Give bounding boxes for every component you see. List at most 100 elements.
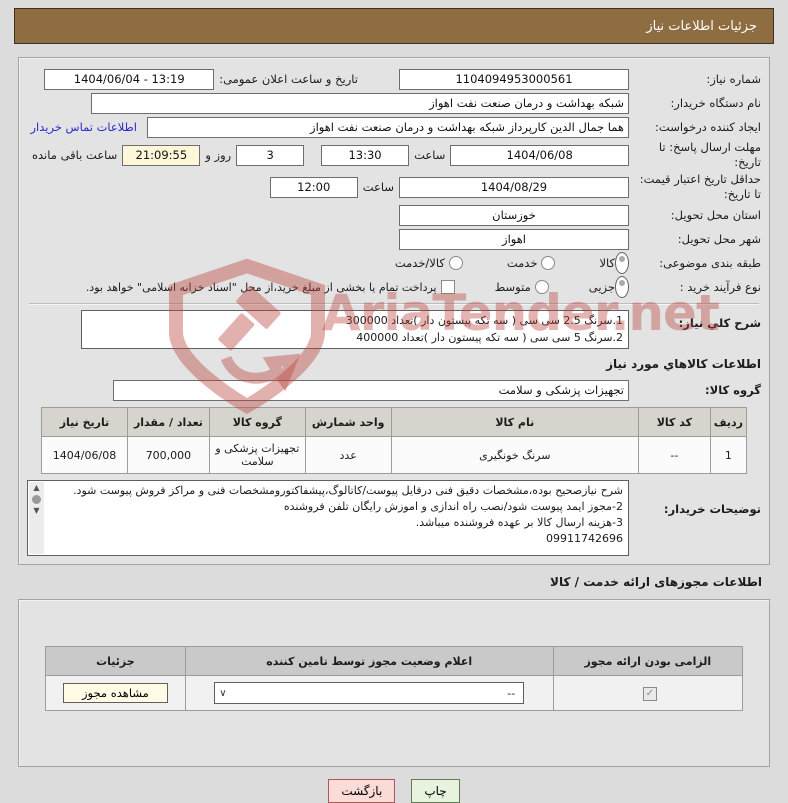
remaining-time-field[interactable] xyxy=(122,144,201,166)
announce-datetime-field[interactable] xyxy=(44,68,215,90)
buyer-contact-link[interactable]: اطلاعات تماس خریدار xyxy=(30,120,137,134)
buyer-notes-line: 2-مجوز ایمد پیوست شود/نصب راه اندازی و ا… xyxy=(283,499,623,513)
request-creator-field[interactable] xyxy=(147,116,629,138)
goods-col-date: تاریخ نیاز xyxy=(41,407,128,437)
row-purchase-type: نوع فرآیند خرید : جزیی متوسط پرداخت تمام… xyxy=(27,276,761,298)
goods-col-qty: تعداد / مقدار xyxy=(127,407,210,437)
row-buyer-notes: توضیحات خریدار: شرح نیازصحیح بوده،مشخصات… xyxy=(27,480,761,556)
row-delivery-province: استان محل تحویل: xyxy=(27,204,761,226)
print-button[interactable]: چاپ xyxy=(411,779,460,803)
subject-class-option-both: کالا/خدمت xyxy=(395,256,463,270)
need-desc-line: 1.سرنگ 2.5 سی سی ( سه تکه پیستون دار )تع… xyxy=(345,314,623,327)
remaining-days-label: روز و xyxy=(205,148,232,162)
need-number-field[interactable] xyxy=(399,68,629,90)
radio-service[interactable] xyxy=(541,256,556,270)
page-title-text: جزئیات اطلاعات نیاز xyxy=(646,18,757,34)
goods-cell-group: تجهیزات پزشکی و سلامت xyxy=(208,436,306,474)
price-validity-label: حداقل تاریخ اعتبار قیمت: تا تاریخ: xyxy=(639,172,761,201)
treasury-checkbox[interactable] xyxy=(440,280,455,294)
goods-table: ردیف کد کالا نام کالا واحد شمارش گروه کا… xyxy=(41,407,748,474)
buyer-org-label: نام دستگاه خریدار: xyxy=(670,95,761,110)
license-status-value: -- xyxy=(507,686,516,700)
delivery-province-label: استان محل تحویل: xyxy=(670,207,761,222)
need-desc-line: 2.سرنگ 5 سی سی ( سه تکه پیستون دار )تعدا… xyxy=(356,330,623,344)
goods-cell-code: -- xyxy=(637,436,711,474)
radio-minor-label: جزیی xyxy=(588,280,615,294)
need-desc-textarea[interactable]: 1.سرنگ 2.5 سی سی ( سه تکه پیستون دار )تع… xyxy=(81,310,629,349)
goods-cell-name: سرنگ خونگیری xyxy=(390,436,639,474)
goods-table-header-row: ردیف کد کالا نام کالا واحد شمارش گروه کا… xyxy=(41,407,748,437)
licenses-header-row: الزامی بودن ارائه مجوز اعلام وضعیت مجوز … xyxy=(45,646,744,676)
buyer-org-field[interactable] xyxy=(91,92,629,114)
scrollbar-thumb[interactable] xyxy=(32,495,41,504)
goods-col-name: نام کالا xyxy=(390,407,639,437)
need-details-panel: شماره نیاز: تاریخ و ساعت اعلان عمومی: نا… xyxy=(18,57,770,565)
remaining-time-label: ساعت باقی مانده xyxy=(32,148,118,162)
goods-col-group: گروه کالا xyxy=(208,407,306,437)
delivery-city-field[interactable] xyxy=(399,228,629,250)
radio-goods-label: کالا xyxy=(599,256,615,270)
purchase-type-option-medium: متوسط xyxy=(495,280,549,294)
treasury-note-label: پرداخت تمام یا بخشی از مبلغ خرید،از محل … xyxy=(85,280,437,294)
radio-service-label: خدمت xyxy=(506,256,538,270)
goods-cell-qty: 700,000 xyxy=(127,436,210,474)
announce-datetime-label: تاریخ و ساعت اعلان عمومی: xyxy=(219,72,358,86)
subject-class-option-service: خدمت xyxy=(507,256,556,270)
goods-col-unit: واحد شمارش xyxy=(304,407,392,437)
license-status-select[interactable]: ∨ -- xyxy=(214,682,525,704)
back-button[interactable]: بازگشت xyxy=(328,779,396,803)
price-validity-time-field[interactable] xyxy=(269,176,358,198)
licenses-panel: الزامی بودن ارائه مجوز اعلام وضعیت مجوز … xyxy=(18,599,770,767)
goods-cell-date: 1404/06/08 xyxy=(41,436,128,474)
treasury-payment-option: پرداخت تمام یا بخشی از مبلغ خرید،از محل … xyxy=(86,280,455,294)
radio-goods-service-label: کالا/خدمت xyxy=(394,256,445,270)
divider xyxy=(29,303,759,305)
delivery-province-field[interactable] xyxy=(399,204,629,226)
license-required-cell: ✓ xyxy=(552,675,744,711)
page-title: جزئیات اطلاعات نیاز xyxy=(14,8,774,44)
price-validity-date-field[interactable] xyxy=(399,176,629,198)
goods-col-row: ردیف xyxy=(709,407,748,437)
delivery-city-label: شهر محل تحویل: xyxy=(677,231,761,246)
row-request-creator: ایجاد کننده درخواست: اطلاعات تماس خریدار xyxy=(27,116,761,138)
radio-medium-label: متوسط xyxy=(494,280,531,294)
row-buyer-org: نام دستگاه خریدار: xyxy=(27,92,761,114)
response-deadline-hour-label: ساعت xyxy=(414,148,446,162)
need-desc-label: شرح کلي نیاز: xyxy=(678,316,761,330)
goods-group-field[interactable] xyxy=(113,379,629,401)
buyer-notes-label: توضیحات خریدار: xyxy=(663,502,761,516)
radio-medium[interactable] xyxy=(534,280,549,294)
row-goods-group: گروه کالا: xyxy=(27,379,761,401)
buyer-notes-line: 09911742696 xyxy=(546,531,623,545)
license-status-cell: ∨ -- xyxy=(184,675,554,711)
row-subject-class: طبقه بندی موضوعی: کالا خدمت کالا/خدمت xyxy=(27,252,761,274)
scroll-down-icon[interactable]: ▼ xyxy=(33,507,39,515)
subject-class-label: طبقه بندی موضوعی: xyxy=(659,255,761,270)
response-deadline-date-field[interactable] xyxy=(450,144,629,166)
row-need-desc: شرح کلي نیاز: 1.سرنگ 2.5 سی سی ( سه تکه … xyxy=(27,310,761,349)
radio-goods-service[interactable] xyxy=(448,256,463,270)
license-col-details: جزئیات xyxy=(45,646,186,676)
goods-cell-row: 1 xyxy=(709,436,748,474)
footer-actions: چاپ بازگشت xyxy=(0,779,788,803)
response-deadline-time-field[interactable] xyxy=(321,144,410,166)
licenses-table: الزامی بودن ارائه مجوز اعلام وضعیت مجوز … xyxy=(45,646,744,711)
row-response-deadline: مهلت ارسال پاسخ: تا تاریخ: ساعت روز و سا… xyxy=(27,140,761,170)
row-delivery-city: شهر محل تحویل: xyxy=(27,228,761,250)
row-price-validity: حداقل تاریخ اعتبار قیمت: تا تاریخ: ساعت xyxy=(27,172,761,202)
license-details-cell: مشاهده مجوز xyxy=(45,675,186,711)
goods-group-label: گروه کالا: xyxy=(705,382,761,397)
remaining-days-field[interactable] xyxy=(236,144,305,166)
buyer-notes-line: شرح نیازصحیح بوده،مشخصات دقیق فنی درفایل… xyxy=(73,484,623,497)
buyer-notes-line: 3-هزینه ارسال کالا بر عهده فروشنده میباش… xyxy=(415,515,623,529)
view-license-button[interactable]: مشاهده مجوز xyxy=(63,683,168,703)
scroll-up-icon[interactable]: ▲ xyxy=(33,484,39,492)
license-required-checkbox[interactable]: ✓ xyxy=(642,687,657,701)
buyer-notes-textarea[interactable]: شرح نیازصحیح بوده،مشخصات دقیق فنی درفایل… xyxy=(27,480,629,556)
licenses-section-title: اطلاعات مجوزهای ارائه خدمت / کالا xyxy=(550,575,762,589)
goods-info-header: اطلاعات کالاهاي مورد نیاز xyxy=(606,357,761,371)
radio-minor[interactable] xyxy=(615,276,629,298)
row-goods-info-header: اطلاعات کالاهاي مورد نیاز xyxy=(27,355,761,373)
radio-goods[interactable] xyxy=(615,252,629,274)
notes-scrollbar[interactable]: ▲ ▼ xyxy=(29,482,44,554)
